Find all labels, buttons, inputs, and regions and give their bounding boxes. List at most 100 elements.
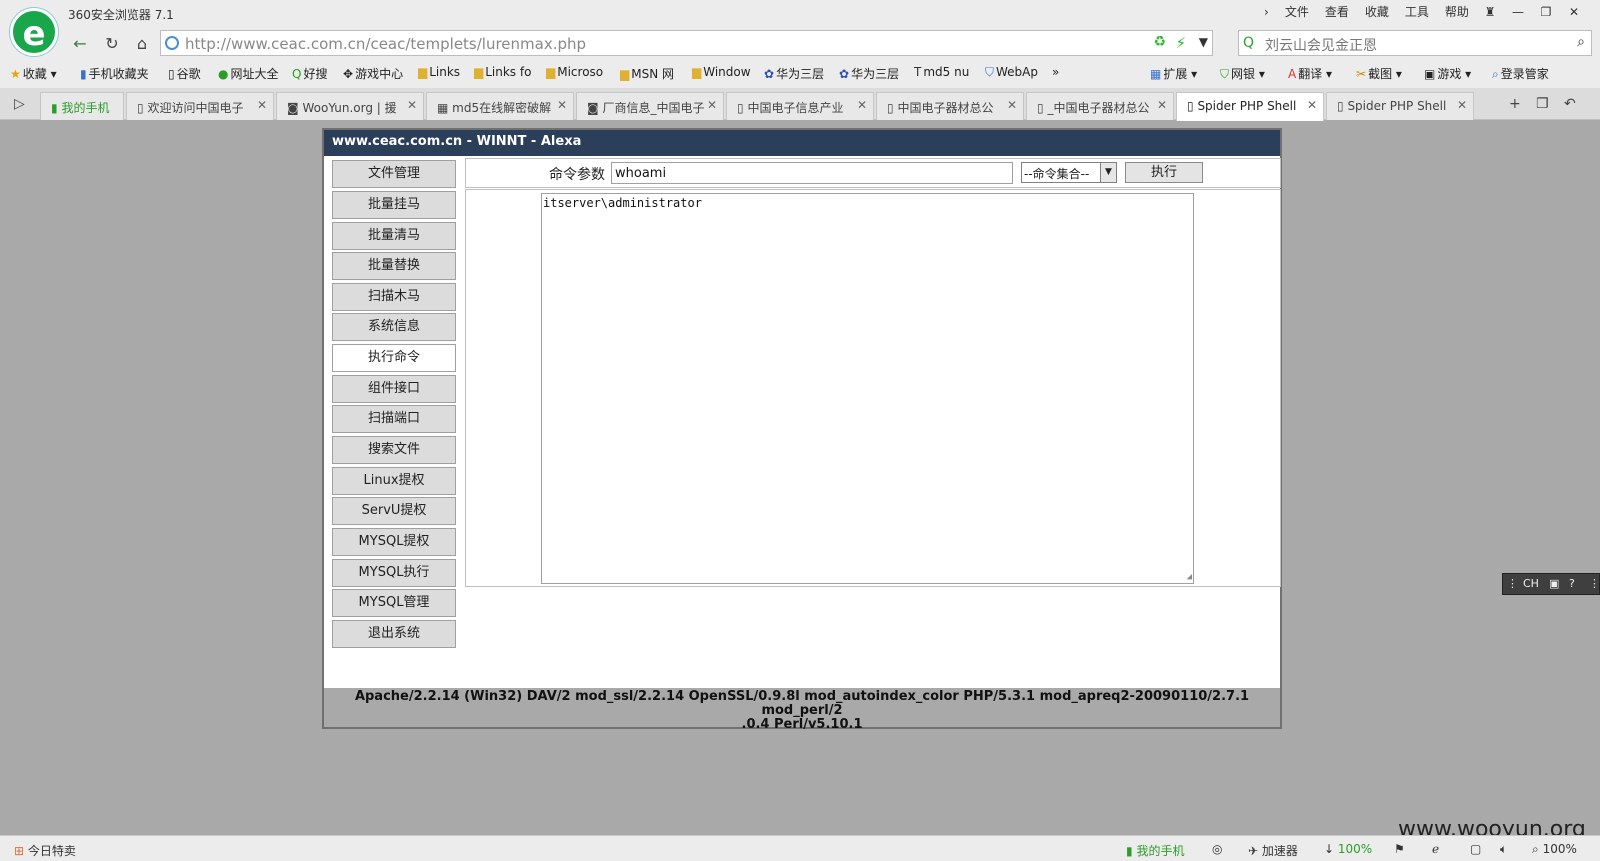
nav-logout[interactable]: 退出系统	[332, 620, 456, 648]
tab-spider-shell[interactable]: ▯ Spider PHP Shell ✕	[1326, 92, 1474, 120]
search-box[interactable]: Q 刘云山会见金正恩 ⌕	[1238, 30, 1592, 56]
nav-servu-privesc[interactable]: ServU提权	[332, 497, 456, 525]
resize-grip-icon[interactable]: ◢	[1187, 572, 1192, 582]
ime-options-icon[interactable]: ⋮	[1589, 577, 1600, 590]
menu-tools[interactable]: 工具	[1397, 4, 1437, 20]
nav-scan-ports[interactable]: 扫描端口	[332, 405, 456, 433]
nav-mysql-privesc[interactable]: MYSQL提权	[332, 528, 456, 556]
my-phone-button[interactable]: ▮ 我的手机	[1126, 842, 1184, 859]
bookmark-links[interactable]: ▆ Links	[418, 65, 460, 79]
close-tab-icon[interactable]: ✕	[557, 98, 567, 112]
undo-close-icon[interactable]: ↶	[1564, 96, 1576, 112]
nav-mysql-manage[interactable]: MYSQL管理	[332, 589, 456, 617]
download-progress[interactable]: ↓ 100%	[1324, 842, 1372, 856]
bookmark-microsoft[interactable]: ▆ Microso	[546, 65, 603, 79]
nav-search-files[interactable]: 搜索文件	[332, 436, 456, 464]
bookmark-haosou[interactable]: Q 好搜	[292, 65, 327, 82]
tab-vendor-info[interactable]: ◙ 厂商信息_中国电子 ✕	[576, 92, 724, 120]
close-tab-icon[interactable]: ✕	[857, 98, 867, 112]
minimize-button[interactable]: —	[1504, 2, 1532, 22]
nav-file-management[interactable]: 文件管理	[332, 160, 456, 188]
ie-mode-icon[interactable]: ℯ	[1432, 842, 1439, 856]
close-tab-icon[interactable]: ✕	[1307, 98, 1317, 112]
bookmark-msn[interactable]: ▆ MSN 网	[620, 65, 674, 82]
close-tab-icon[interactable]: ✕	[257, 98, 267, 112]
close-tab-icon[interactable]: ✕	[707, 98, 717, 112]
flag-icon[interactable]: ⚑	[1394, 842, 1405, 856]
tab-list-icon[interactable]: ❐	[1536, 96, 1549, 112]
nav-linux-privesc[interactable]: Linux提权	[332, 467, 456, 495]
games-button[interactable]: ▣ 游戏 ▾	[1424, 65, 1471, 82]
execute-button[interactable]: 执行	[1125, 162, 1203, 183]
tab-my-phone[interactable]: ▮ 我的手机	[40, 92, 124, 120]
more-bookmarks-icon[interactable]: »	[1052, 65, 1059, 79]
recycle-icon[interactable]: ♻	[1153, 34, 1166, 50]
bookmark-links-fo[interactable]: ▆ Links fo	[474, 65, 531, 79]
ime-language[interactable]: CH	[1523, 577, 1539, 590]
zoom-control[interactable]: ⌕ 100%	[1532, 842, 1577, 857]
nav-component-interface[interactable]: 组件接口	[332, 375, 456, 403]
bookmark-huawei-2[interactable]: ✿ 华为三层	[839, 65, 899, 82]
close-window-button[interactable]: ✕	[1560, 2, 1588, 22]
menu-help[interactable]: 帮助	[1437, 4, 1477, 20]
back-arrow-icon[interactable]: ←	[68, 33, 92, 55]
address-bar[interactable]: http://www.ceac.com.cn/ceac/templets/lur…	[160, 30, 1213, 56]
nav-batch-clean[interactable]: 批量清马	[332, 222, 456, 250]
skin-icon[interactable]: ♜	[1476, 2, 1504, 22]
tab-spider-shell-active[interactable]: ▯ Spider PHP Shell ✕	[1176, 92, 1324, 121]
chevron-down-icon[interactable]: ▼	[1100, 163, 1116, 182]
close-tab-icon[interactable]: ✕	[1157, 98, 1167, 112]
speed-mode-icon[interactable]: ⚡	[1175, 34, 1186, 52]
new-tab-icon[interactable]: +	[1509, 96, 1521, 112]
refresh-icon[interactable]: ↻	[100, 33, 124, 55]
accelerator-button[interactable]: ✈ 加速器	[1248, 842, 1298, 859]
restore-button[interactable]: ❐	[1532, 2, 1560, 22]
bookmark-favorites[interactable]: ★ 收藏 ▾	[10, 65, 57, 82]
bookmark-windows[interactable]: ▆ Window	[692, 65, 751, 79]
tab-ceac-corp-2[interactable]: ▯ _中国电子器材总公 ✕	[1026, 92, 1174, 120]
search-icon[interactable]: ⌕	[1577, 34, 1585, 50]
close-tab-icon[interactable]: ✕	[407, 98, 417, 112]
nav-system-info[interactable]: 系统信息	[332, 313, 456, 341]
address-dropdown-icon[interactable]: ▼	[1199, 35, 1208, 49]
daily-deals-button[interactable]: ⊞ 今日特卖	[14, 842, 76, 859]
tab-md5-decrypt[interactable]: ▦ md5在线解密破解 ✕	[426, 92, 574, 120]
nav-execute-command[interactable]: 执行命令	[332, 344, 456, 372]
search-engine-icon[interactable]: Q	[1243, 35, 1254, 51]
nav-batch-trojan[interactable]: 批量挂马	[332, 191, 456, 219]
tab-ceac-industry[interactable]: ▯ 中国电子信息产业 ✕	[726, 92, 874, 120]
sound-icon[interactable]: 🔈︎	[1500, 842, 1507, 857]
nav-mysql-execute[interactable]: MYSQL执行	[332, 559, 456, 587]
bookmark-url-directory[interactable]: ● 网址大全	[218, 65, 279, 82]
search-input[interactable]: 刘云山会见金正恩	[1265, 35, 1377, 55]
command-output-textarea[interactable]: itserver\administrator ◢	[541, 193, 1194, 584]
menu-expand-icon[interactable]: ›	[1256, 4, 1277, 20]
close-tab-icon[interactable]: ✕	[1007, 98, 1017, 112]
menu-favorites[interactable]: 收藏	[1357, 4, 1397, 20]
privacy-icon[interactable]: ◎	[1212, 842, 1222, 856]
ime-help-icon[interactable]: ?	[1569, 577, 1575, 590]
ime-grip-icon[interactable]: ⋮	[1507, 577, 1518, 590]
online-bank-button[interactable]: ⛉ 网银 ▾	[1220, 65, 1265, 82]
nav-scan-trojan[interactable]: 扫描木马	[332, 283, 456, 311]
ime-mode-icon[interactable]: ▣	[1549, 577, 1559, 590]
screenshot-button[interactable]: ✂ 截图 ▾	[1356, 65, 1402, 82]
close-tab-icon[interactable]: ✕	[1457, 98, 1467, 112]
tab-ceac-corp-1[interactable]: ▯ 中国电子器材总公 ✕	[876, 92, 1024, 120]
nav-batch-replace[interactable]: 批量替换	[332, 252, 456, 280]
tab-ceac-welcome[interactable]: ▯ 欢迎访问中国电子 ✕	[126, 92, 274, 120]
menu-file[interactable]: 文件	[1277, 4, 1317, 20]
command-set-select[interactable]: --命令集合-- ▼	[1021, 162, 1117, 183]
bookmark-game-center[interactable]: ✥ 游戏中心	[343, 65, 403, 82]
command-input[interactable]	[611, 162, 1013, 184]
extensions-button[interactable]: ▦ 扩展 ▾	[1150, 65, 1197, 82]
home-icon[interactable]: ⌂	[130, 33, 154, 55]
menu-view[interactable]: 查看	[1317, 4, 1357, 20]
bookmark-md5[interactable]: Tmd5 nu	[914, 65, 969, 79]
address-url[interactable]: http://www.ceac.com.cn/ceac/templets/lur…	[185, 35, 586, 53]
window-mode-icon[interactable]: ▢	[1470, 842, 1481, 856]
sidebar-toggle-icon[interactable]: ▷	[14, 96, 25, 112]
bookmark-mobile-favorites[interactable]: ▮ 手机收藏夹	[80, 65, 149, 82]
bookmark-webapp[interactable]: ⛉ WebAp	[985, 65, 1038, 80]
bookmark-google[interactable]: ▯ 谷歌	[168, 65, 201, 82]
